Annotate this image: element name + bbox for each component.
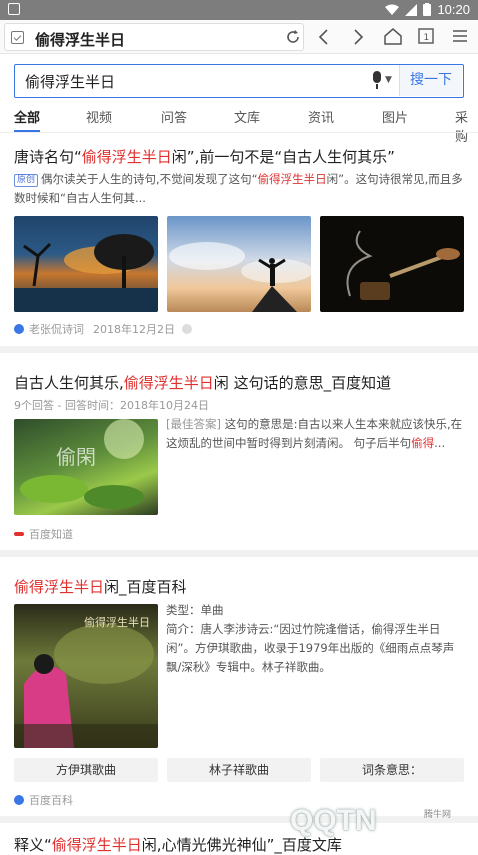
menu-icon[interactable] [452, 29, 468, 43]
result-intro: 简介：唐人李涉诗云:“因过竹院逢僧话，偷得浮生半日闲”。方伊琪歌曲，收录于197… [166, 622, 455, 674]
tab-all[interactable]: 全部 [14, 107, 40, 126]
svg-text:1: 1 [424, 33, 430, 43]
tab-news[interactable]: 资讯 [308, 107, 334, 126]
chevron-down-icon: ▼ [385, 75, 392, 85]
chevron-down-icon[interactable] [182, 324, 192, 334]
result-source: 百度知道 [14, 526, 73, 542]
tab-images[interactable]: 图片 [382, 107, 408, 126]
voice-search[interactable]: ▼ [369, 71, 397, 91]
tab-qa[interactable]: 问答 [161, 107, 187, 126]
tab-purchase[interactable]: 采购 [455, 107, 478, 145]
clock: 10:20 [437, 2, 470, 17]
search-button[interactable]: 搜一下 [400, 65, 462, 96]
image-caption: 偷得浮生半日 [84, 616, 150, 629]
address-text: 偷得浮生半日 [35, 31, 126, 49]
result-image[interactable] [167, 216, 311, 312]
tabs-icon[interactable]: 1 [418, 28, 434, 44]
related-chip[interactable]: 方伊琪歌曲 [14, 758, 158, 782]
result-image[interactable] [320, 216, 464, 312]
related-chip[interactable]: 林子祥歌曲 [167, 758, 311, 782]
wifi-icon [385, 4, 400, 15]
result-snippet: 原创 偶尔读关于人生的诗句,不觉间发现了这句“偷得浮生半日闲”。这句诗很常见,而且… [14, 172, 463, 205]
watermark-small: 腾牛网 [424, 810, 452, 820]
baidu-zhidao-icon [14, 532, 24, 536]
battery-icon [423, 3, 432, 16]
result-type: 类型：单曲 [166, 603, 224, 617]
shield-icon [11, 31, 24, 44]
result-image[interactable] [14, 216, 158, 312]
result-title[interactable]: 自古人生何其乐,偷得浮生半日闲 这句话的意思_百度知道 [14, 372, 391, 393]
result-title[interactable]: 偷得浮生半日闲_百度百科 [14, 576, 187, 597]
watermark: QQTN [290, 804, 377, 837]
forward-icon[interactable] [352, 29, 364, 45]
signal-icon [405, 3, 418, 16]
result-title[interactable]: 唐诗名句“偷得浮生半日闲”,前一句不是“自古人生何其乐” [14, 146, 395, 167]
tab-video[interactable]: 视频 [86, 107, 112, 126]
browser-toolbar: 偷得浮生半日 1 [0, 20, 478, 54]
original-badge: 原创 [14, 174, 39, 187]
reload-icon[interactable] [285, 29, 301, 45]
back-icon[interactable] [318, 29, 330, 45]
result-snippet: [最佳答案] 这句的意思是:自古以来人生本来就应该快乐,在这烦乱的世间中暂时得到… [166, 417, 463, 450]
source-icon [14, 324, 24, 334]
result-source: 老张侃诗词 2018年12月2日 [14, 321, 192, 337]
home-icon[interactable] [384, 28, 402, 45]
result-source: 百度百科 [14, 792, 73, 808]
tab-library[interactable]: 文库 [234, 107, 260, 126]
microphone-icon [373, 71, 381, 83]
baidu-baike-icon [14, 795, 24, 805]
result-image[interactable]: 偷閑 [14, 419, 158, 515]
search-tabs: 全部 视频 问答 文库 资讯 图片 采购 [0, 104, 478, 145]
notification-icon [8, 3, 20, 15]
image-caption: 偷閑 [56, 445, 96, 469]
status-bar: 10:20 [0, 0, 478, 20]
result-image[interactable]: 偷得浮生半日 [14, 604, 158, 748]
search-box: 偷得浮生半日 ▼ 搜一下 [14, 64, 464, 98]
related-chip[interactable]: 词条意思： [320, 758, 464, 782]
answer-meta: 9个回答 - 回答时间：2018年10月24日 [14, 399, 209, 412]
search-input[interactable]: 偷得浮生半日 [25, 71, 115, 92]
address-bar[interactable]: 偷得浮生半日 [4, 23, 304, 51]
